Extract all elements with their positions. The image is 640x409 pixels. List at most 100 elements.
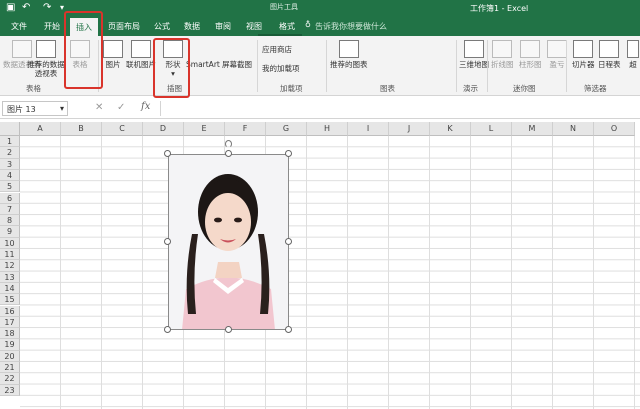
column-header[interactable]: I <box>348 122 389 136</box>
sparkline-column-icon <box>520 40 541 58</box>
slicer-button[interactable]: 切片器 <box>572 40 595 69</box>
cancel-icon[interactable]: ✕ <box>95 102 103 113</box>
column-header[interactable]: H <box>307 122 348 136</box>
column-header[interactable]: D <box>143 122 184 136</box>
row-header[interactable]: 9 <box>0 226 20 238</box>
save-icon[interactable]: ▣ <box>6 2 15 14</box>
group-label-charts: 图表 <box>380 84 395 93</box>
tab-format[interactable]: 格式 <box>279 21 295 32</box>
row-header[interactable]: 20 <box>0 350 20 362</box>
tell-me-search[interactable]: 告诉我你想要做什么 <box>315 21 387 32</box>
resize-handle-top[interactable] <box>225 150 232 157</box>
name-box[interactable]: 图片 13 ▾ <box>2 101 68 116</box>
row-header[interactable]: 12 <box>0 260 20 272</box>
column-header[interactable]: L <box>471 122 512 136</box>
row-header[interactable]: 13 <box>0 271 20 283</box>
column-header[interactable]: B <box>61 122 102 136</box>
highlight-insert-table <box>64 11 103 89</box>
row-header[interactable]: 4 <box>0 169 20 182</box>
column-header[interactable]: N <box>553 122 594 136</box>
chart-icon <box>338 40 359 58</box>
tab-view[interactable]: 视图 <box>246 21 262 32</box>
my-addins-button[interactable]: 我的加载项 <box>262 64 300 73</box>
row-header[interactable]: 5 <box>0 181 20 193</box>
insert-function-button[interactable]: fx <box>141 101 150 112</box>
column-header[interactable]: E <box>184 122 225 136</box>
resize-handle-bottom-left[interactable] <box>164 326 171 333</box>
group-label-addins: 加载项 <box>280 84 303 93</box>
row-header[interactable]: 17 <box>0 316 20 329</box>
column-header[interactable]: M <box>512 122 553 136</box>
resize-handle-bottom-right[interactable] <box>285 326 292 333</box>
group-label-sparklines: 迷你图 <box>513 84 536 93</box>
slicer-icon <box>573 40 594 58</box>
column-header[interactable]: K <box>430 122 471 136</box>
row-header[interactable]: 18 <box>0 328 20 340</box>
row-header[interactable]: 1 <box>0 136 20 148</box>
sparkline-winloss-icon <box>547 40 567 58</box>
row-header[interactable]: 3 <box>0 158 20 170</box>
check-icon[interactable]: ✓ <box>117 102 125 113</box>
online-pictures-button[interactable]: 联机图片 <box>126 40 156 69</box>
hyperlink-button[interactable]: 超 <box>627 40 639 69</box>
link-icon <box>627 40 639 58</box>
rotate-handle-icon[interactable] <box>225 140 232 148</box>
resize-handle-top-left[interactable] <box>164 150 171 157</box>
tab-review[interactable]: 审阅 <box>215 21 231 32</box>
document-title: 工作簿1 - Excel <box>470 4 529 13</box>
resize-handle-left[interactable] <box>164 238 171 245</box>
resize-handle-top-right[interactable] <box>285 150 292 157</box>
timeline-icon <box>599 40 620 58</box>
column-header[interactable]: A <box>20 122 61 136</box>
column-header[interactable]: C <box>102 122 143 136</box>
row-header[interactable]: 2 <box>0 147 20 159</box>
undo-icon[interactable]: ↶ <box>22 2 30 14</box>
row-header[interactable]: 22 <box>0 373 20 385</box>
group-label-tables: 表格 <box>26 84 41 93</box>
row-header[interactable]: 8 <box>0 215 20 227</box>
row-header[interactable]: 21 <box>0 362 20 374</box>
screenshot-button[interactable]: 屏幕截图 <box>222 60 252 69</box>
tab-file[interactable]: 文件 <box>11 21 27 32</box>
tab-home[interactable]: 开始 <box>44 21 60 32</box>
column-header[interactable]: J <box>389 122 430 136</box>
column-header[interactable]: F <box>225 122 266 136</box>
lightbulb-icon: ♁ <box>305 20 311 29</box>
smartart-button[interactable]: SmartArt <box>186 60 220 69</box>
resize-handle-bottom[interactable] <box>225 326 232 333</box>
recommended-pivot-icon <box>36 40 56 58</box>
row-header[interactable]: 15 <box>0 294 20 306</box>
column-header[interactable]: O <box>594 122 635 136</box>
row-header[interactable]: 23 <box>0 384 20 396</box>
timeline-button[interactable]: 日程表 <box>598 40 621 69</box>
row-header[interactable]: 7 <box>0 203 20 216</box>
picture-icon <box>103 40 123 58</box>
column-header[interactable]: G <box>266 122 307 136</box>
resize-handle-right[interactable] <box>285 238 292 245</box>
globe-icon <box>464 40 484 58</box>
sparkline-column-button[interactable]: 柱形图 <box>519 40 542 69</box>
sparkline-line-button[interactable]: 折线图 <box>491 40 514 69</box>
tab-page-layout[interactable]: 页面布局 <box>108 21 140 32</box>
redo-icon[interactable]: ↷ <box>43 2 51 14</box>
tab-formulas[interactable]: 公式 <box>154 21 170 32</box>
worksheet-grid: ABCDEFGHIJKLMNO 1 2 3 4 5 6 7 8 9 10 11 12 13 14 15 16 1… <box>0 122 640 409</box>
store-button[interactable]: 应用商店 <box>262 45 292 54</box>
row-header[interactable]: 19 <box>0 339 20 351</box>
cell-area[interactable] <box>20 136 640 409</box>
row-header[interactable]: 16 <box>0 305 20 317</box>
recommended-charts-button[interactable]: 推荐的图表 <box>330 40 368 69</box>
recommended-pivot-button[interactable]: 推荐的数据透视表 <box>27 40 65 78</box>
tab-data[interactable]: 数据 <box>184 21 200 32</box>
chevron-down-icon: ▾ <box>59 104 64 113</box>
row-header[interactable]: 10 <box>0 237 20 249</box>
row-header[interactable]: 14 <box>0 282 20 295</box>
select-all-corner[interactable] <box>0 122 20 136</box>
row-header[interactable]: 11 <box>0 249 20 261</box>
3d-map-button[interactable]: 三维地图 <box>459 40 489 69</box>
formula-input[interactable] <box>160 101 638 116</box>
pictures-button[interactable]: 图片 <box>103 40 123 69</box>
sparkline-winloss-button[interactable]: 盈亏 <box>547 40 567 69</box>
row-header[interactable]: 6 <box>0 192 20 204</box>
picture-selection-frame[interactable] <box>168 154 289 330</box>
